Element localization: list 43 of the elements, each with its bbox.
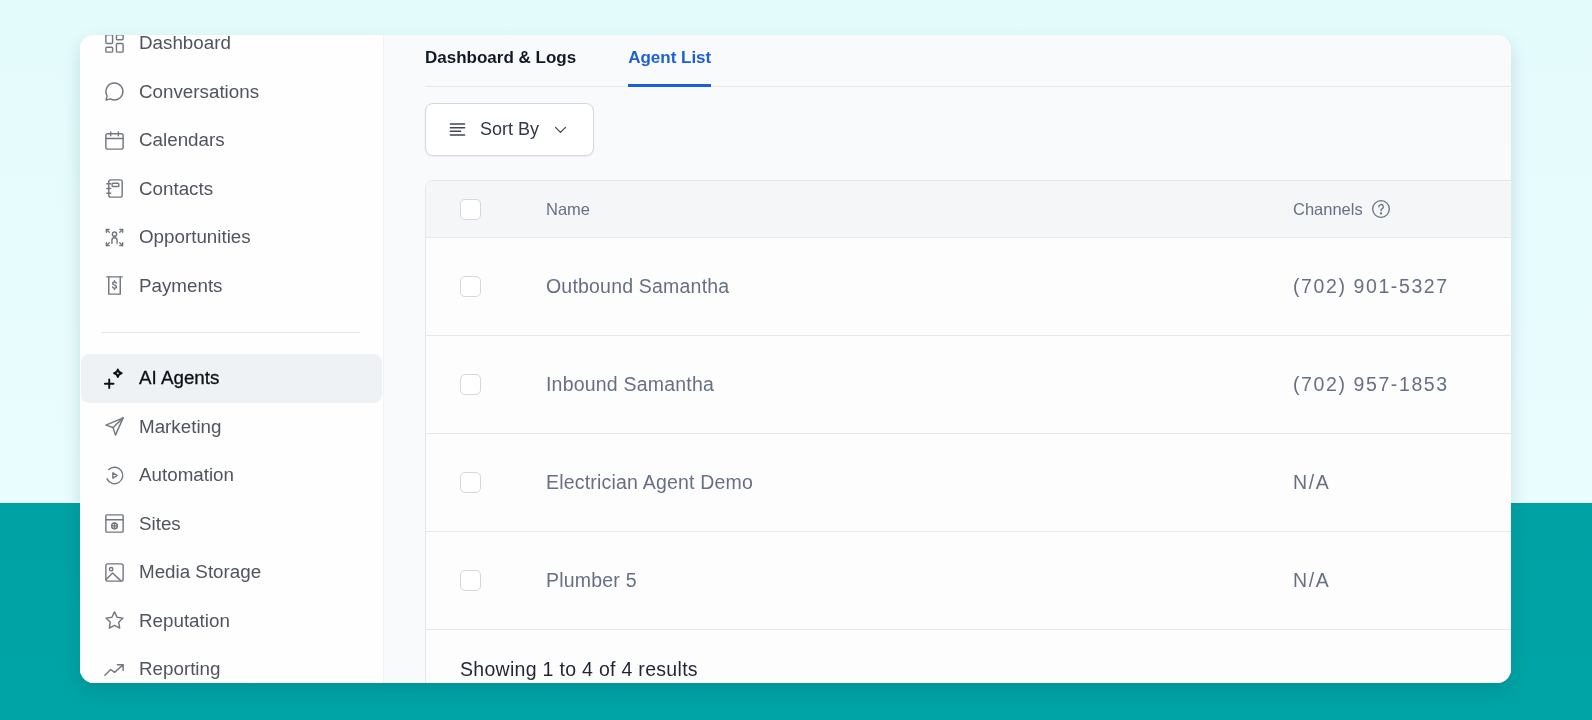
nav-item[interactable]: Automation [81,451,382,500]
row-checkbox[interactable] [460,472,481,493]
table-cell: N/A [1293,569,1331,591]
tab[interactable]: Agent List [628,35,712,87]
nav-item[interactable]: Payments [81,261,382,310]
paper-plane-icon [103,415,126,439]
calendar-icon [103,128,126,152]
table-cell: Outbound Samantha [546,275,730,297]
table-cell: (702) 957-1853 [1293,373,1449,395]
dollar-receipt-icon [103,274,126,298]
nav-item[interactable]: Opportunities [81,213,382,262]
nav-item[interactable]: Contacts [81,164,382,213]
nav-item[interactable]: Conversations [81,67,382,116]
sparkle-icon [103,366,126,390]
row-checkbox[interactable] [460,570,481,591]
sort-lines-icon [448,120,467,139]
grid-icon [103,35,126,55]
table-cell: Electrician Agent Demo [546,471,754,493]
select-all-checkbox[interactable] [460,198,481,220]
tab[interactable]: Dashboard & Logs [425,35,577,87]
results-summary: Showing 1 to 4 of 4 results [460,658,698,680]
column-header: Name [546,199,590,219]
nav-item[interactable]: Marketing [81,402,382,451]
row-checkbox[interactable] [460,374,481,395]
table-cell: (702) 901-5327 [1293,275,1449,297]
table-cell: Plumber 5 [546,569,637,591]
play-circle-icon [103,463,126,487]
image-icon [103,560,126,584]
notebook-icon [103,177,126,201]
row-checkbox[interactable] [460,276,481,297]
browser-globe-icon [103,512,126,536]
chat-bubble-icon [103,80,126,104]
nav-item[interactable]: Sites [81,499,382,548]
table-cell: Inbound Samantha [546,373,714,395]
table-cell: N/A [1293,471,1331,493]
nav-item[interactable]: Calendars [81,116,382,165]
nav-item[interactable]: Dashboard [81,35,382,68]
nav-item[interactable]: Reputation [81,596,382,645]
nav-item[interactable]: Media Storage [81,548,382,597]
nav-item[interactable]: AI Agents [81,354,382,403]
sort-button[interactable]: Sort By [425,103,594,156]
nav-item[interactable]: Reporting [81,645,382,683]
column-header: Channels [1293,199,1363,219]
